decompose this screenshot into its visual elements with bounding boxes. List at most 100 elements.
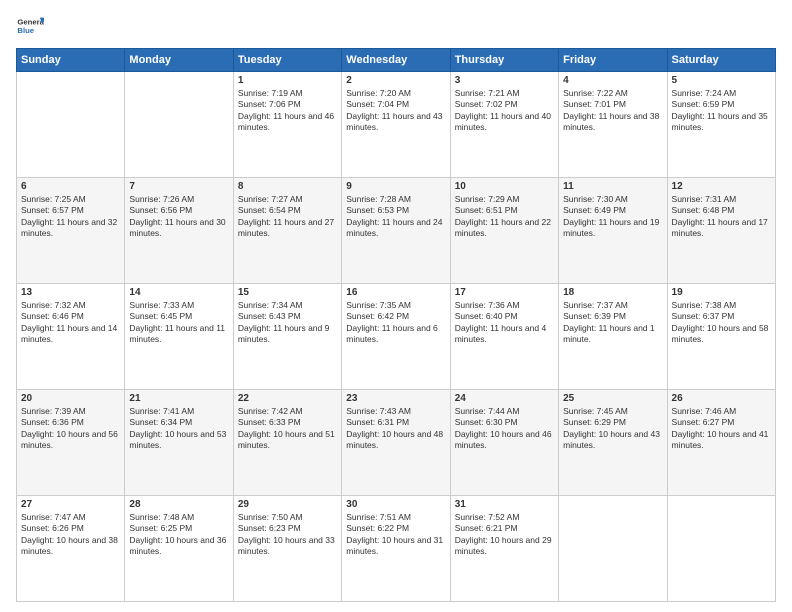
day-number: 28	[129, 499, 228, 510]
header-row: SundayMondayTuesdayWednesdayThursdayFrid…	[17, 49, 776, 72]
day-number: 3	[455, 75, 554, 86]
day-number: 11	[563, 181, 662, 192]
column-header-saturday: Saturday	[667, 49, 775, 72]
daylight-text: Daylight: 11 hours and 17 minutes.	[672, 217, 771, 240]
calendar-cell: 27Sunrise: 7:47 AMSunset: 6:26 PMDayligh…	[17, 496, 125, 602]
calendar-cell: 3 Sunrise: 7:21 AMSunset: 7:02 PMDaylight…	[450, 72, 558, 178]
calendar-cell	[17, 72, 125, 178]
sunrise-text: Sunrise: 7:35 AM	[346, 300, 445, 311]
daylight-text: Daylight: 10 hours and 43 minutes.	[563, 429, 662, 452]
sunset-text: Sunset: 6:59 PM	[672, 99, 771, 110]
sunset-text: Sunset: 6:36 PM	[21, 417, 120, 428]
cell-info: Sunrise: 7:47 AMSunset: 6:26 PMDaylight:…	[21, 512, 120, 558]
sunrise-text: Sunrise: 7:34 AM	[238, 300, 337, 311]
sunrise-text: Sunrise: 7:26 AM	[129, 194, 228, 205]
calendar-cell: 15Sunrise: 7:34 AMSunset: 6:43 PMDayligh…	[233, 284, 341, 390]
calendar-cell: 6Sunrise: 7:25 AMSunset: 6:57 PMDaylight…	[17, 178, 125, 284]
cell-info: Sunrise: 7:52 AMSunset: 6:21 PMDaylight:…	[455, 512, 554, 558]
day-number: 5	[672, 75, 771, 86]
day-number: 4	[563, 75, 662, 86]
cell-info: Sunrise: 7:20 AMSunset: 7:04 PMDaylight:…	[346, 88, 445, 134]
sunset-text: Sunset: 6:51 PM	[455, 205, 554, 216]
logo: General Blue	[16, 12, 48, 40]
cell-info: Sunrise: 7:43 AMSunset: 6:31 PMDaylight:…	[346, 406, 445, 452]
day-number: 13	[21, 287, 120, 298]
calendar-cell: 31Sunrise: 7:52 AMSunset: 6:21 PMDayligh…	[450, 496, 558, 602]
calendar-cell: 2Sunrise: 7:20 AMSunset: 7:04 PMDaylight…	[342, 72, 450, 178]
column-header-friday: Friday	[559, 49, 667, 72]
day-number: 26	[672, 393, 771, 404]
cell-info: Sunrise: 7:51 AMSunset: 6:22 PMDaylight:…	[346, 512, 445, 558]
sunrise-text: Sunrise: 7:50 AM	[238, 512, 337, 523]
cell-info: Sunrise: 7:24 AMSunset: 6:59 PMDaylight:…	[672, 88, 771, 134]
cell-info: Sunrise: 7:30 AMSunset: 6:49 PMDaylight:…	[563, 194, 662, 240]
calendar-cell: 17Sunrise: 7:36 AMSunset: 6:40 PMDayligh…	[450, 284, 558, 390]
week-row-2: 6Sunrise: 7:25 AMSunset: 6:57 PMDaylight…	[17, 178, 776, 284]
day-number: 1	[238, 75, 337, 86]
daylight-text: Daylight: 10 hours and 53 minutes.	[129, 429, 228, 452]
sunset-text: Sunset: 6:57 PM	[21, 205, 120, 216]
cell-info: Sunrise: 7:26 AMSunset: 6:56 PMDaylight:…	[129, 194, 228, 240]
column-header-tuesday: Tuesday	[233, 49, 341, 72]
calendar-cell: 14Sunrise: 7:33 AMSunset: 6:45 PMDayligh…	[125, 284, 233, 390]
calendar-cell: 18Sunrise: 7:37 AMSunset: 6:39 PMDayligh…	[559, 284, 667, 390]
sunset-text: Sunset: 7:04 PM	[346, 99, 445, 110]
day-number: 20	[21, 393, 120, 404]
calendar-table: SundayMondayTuesdayWednesdayThursdayFrid…	[16, 48, 776, 602]
day-number: 14	[129, 287, 228, 298]
calendar-cell: 10 Sunrise: 7:29 AMSunset: 6:51 PMDayligh…	[450, 178, 558, 284]
sunset-text: Sunset: 6:39 PM	[563, 311, 662, 322]
cell-info: Sunrise: 7:39 AMSunset: 6:36 PMDaylight:…	[21, 406, 120, 452]
daylight-text: Daylight: 10 hours and 58 minutes.	[672, 323, 771, 346]
daylight-text: Daylight: 11 hours and 11 minutes.	[129, 323, 228, 346]
calendar-cell: 22Sunrise: 7:42 AMSunset: 6:33 PMDayligh…	[233, 390, 341, 496]
sunset-text: Sunset: 7:02 PM	[455, 99, 554, 110]
sunrise-text: Sunrise: 7:19 AM	[238, 88, 337, 99]
sunset-text: Sunset: 6:29 PM	[563, 417, 662, 428]
day-number: 12	[672, 181, 771, 192]
cell-info: Sunrise: 7:22 AMSunset: 7:01 PMDaylight:…	[563, 88, 662, 134]
cell-info: Sunrise: 7:21 AMSunset: 7:02 PMDaylight:…	[455, 88, 554, 134]
daylight-text: Daylight: 11 hours and 19 minutes.	[563, 217, 662, 240]
sunrise-text: Sunrise: 7:41 AM	[129, 406, 228, 417]
page: General Blue SundayMondayTuesdayWednesda…	[0, 0, 792, 612]
daylight-text: Daylight: 11 hours and 4 minutes.	[455, 323, 554, 346]
sunrise-text: Sunrise: 7:52 AM	[455, 512, 554, 523]
day-number: 30	[346, 499, 445, 510]
daylight-text: Daylight: 11 hours and 30 minutes.	[129, 217, 228, 240]
day-number: 24	[455, 393, 554, 404]
column-header-thursday: Thursday	[450, 49, 558, 72]
sunrise-text: Sunrise: 7:31 AM	[672, 194, 771, 205]
week-row-5: 27Sunrise: 7:47 AMSunset: 6:26 PMDayligh…	[17, 496, 776, 602]
sunrise-text: Sunrise: 7:22 AM	[563, 88, 662, 99]
daylight-text: Daylight: 10 hours and 29 minutes.	[455, 535, 554, 558]
day-number: 21	[129, 393, 228, 404]
daylight-text: Daylight: 10 hours and 48 minutes.	[346, 429, 445, 452]
daylight-text: Daylight: 10 hours and 38 minutes.	[21, 535, 120, 558]
cell-info: Sunrise: 7:32 AMSunset: 6:46 PMDaylight:…	[21, 300, 120, 346]
day-number: 25	[563, 393, 662, 404]
calendar-cell: 30 Sunrise: 7:51 AMSunset: 6:22 PMDayligh…	[342, 496, 450, 602]
calendar-cell: 4 Sunrise: 7:22 AMSunset: 7:01 PMDaylight…	[559, 72, 667, 178]
sunset-text: Sunset: 6:48 PM	[672, 205, 771, 216]
day-number: 10	[455, 181, 554, 192]
calendar-cell	[667, 496, 775, 602]
cell-info: Sunrise: 7:28 AMSunset: 6:53 PMDaylight:…	[346, 194, 445, 240]
sunset-text: Sunset: 6:49 PM	[563, 205, 662, 216]
sunset-text: Sunset: 6:53 PM	[346, 205, 445, 216]
cell-info: Sunrise: 7:29 AMSunset: 6:51 PMDaylight:…	[455, 194, 554, 240]
sunset-text: Sunset: 6:46 PM	[21, 311, 120, 322]
calendar-cell: 25Sunrise: 7:45 AMSunset: 6:29 PMDayligh…	[559, 390, 667, 496]
svg-text:General: General	[17, 18, 44, 27]
calendar-cell: 26 Sunrise: 7:46 AMSunset: 6:27 PMDayligh…	[667, 390, 775, 496]
sunrise-text: Sunrise: 7:47 AM	[21, 512, 120, 523]
daylight-text: Daylight: 11 hours and 1 minute.	[563, 323, 662, 346]
sunrise-text: Sunrise: 7:25 AM	[21, 194, 120, 205]
daylight-text: Daylight: 11 hours and 9 minutes.	[238, 323, 337, 346]
sunrise-text: Sunrise: 7:30 AM	[563, 194, 662, 205]
cell-info: Sunrise: 7:34 AMSunset: 6:43 PMDaylight:…	[238, 300, 337, 346]
sunset-text: Sunset: 6:56 PM	[129, 205, 228, 216]
daylight-text: Daylight: 11 hours and 6 minutes.	[346, 323, 445, 346]
cell-info: Sunrise: 7:46 AMSunset: 6:27 PMDaylight:…	[672, 406, 771, 452]
sunrise-text: Sunrise: 7:38 AM	[672, 300, 771, 311]
